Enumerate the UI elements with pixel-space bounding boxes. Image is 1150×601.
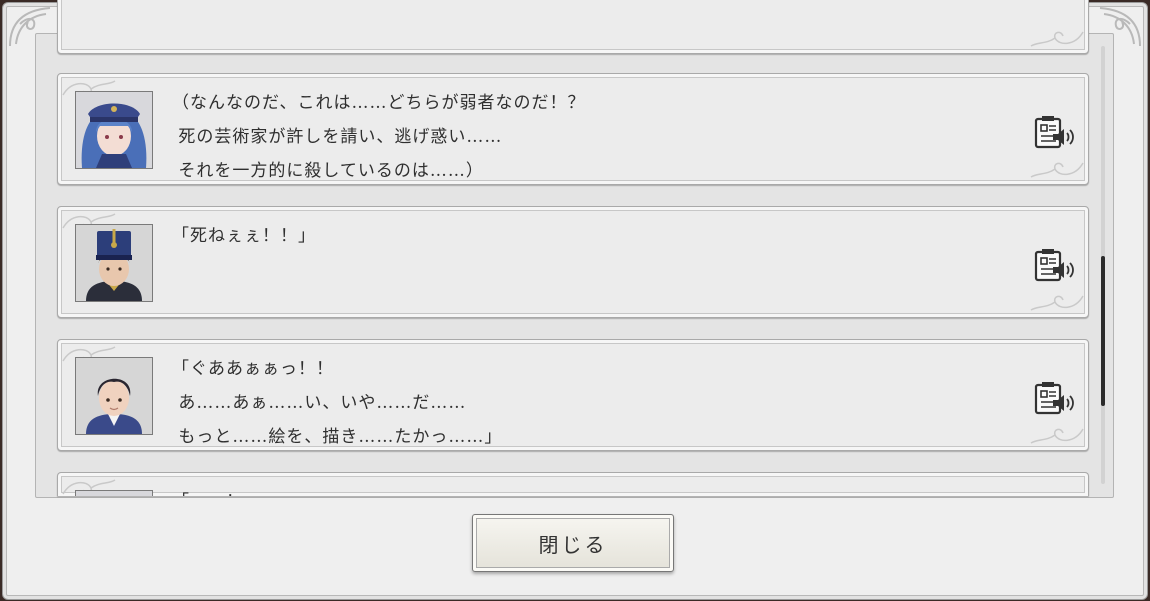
close-button[interactable]: 閉じる: [472, 514, 674, 572]
dark-haired-man-portrait: [75, 357, 153, 435]
dialogue-text: （なんなのだ、これは……どちらが弱者なのだ！？ 死の芸術家が許しを請い、逃げ惑い…: [172, 88, 586, 190]
voice-replay-button[interactable]: [1033, 380, 1077, 416]
dialogue-line: もっと……絵を、描き……たかっ……」: [172, 427, 503, 447]
voice-replay-icon: [1034, 382, 1074, 415]
blue-haired-officer-portrait: [75, 490, 153, 496]
soldier-shako-portrait: [75, 224, 153, 302]
dialogue-line: （なんなのだ、これは……どちらが弱者なのだ！？: [172, 93, 586, 113]
backlog-entry: （なんなのだ、これは……どちらが弱者なのだ！？ 死の芸術家が許しを請い、逃げ惑い…: [57, 73, 1089, 185]
dialogue-line: 「死ねぇぇ！！」: [172, 226, 316, 246]
ornament-icon: [1030, 31, 1084, 47]
dialogue-line: 死の芸術家が許しを請い、逃げ惑い……: [172, 127, 503, 147]
backlog-entry: 「死ねぇぇ！！」: [57, 206, 1089, 318]
dialogue-line: 「……！」: [172, 487, 262, 496]
backlog-entry: 「……！」: [57, 472, 1089, 496]
dialogue-text: 「ぐああぁぁっ！！ あ……あぁ……い、いや……だ…… もっと……絵を、描き……た…: [172, 354, 502, 456]
dialogue-text: 「死ねぇぇ！！」: [172, 221, 316, 255]
dialogue-line: あ……あぁ……い、いや……だ……: [172, 393, 467, 413]
ornament-icon: [1030, 428, 1084, 444]
ornament-icon: [1030, 295, 1084, 311]
dialogue-text: 「……！」: [172, 487, 262, 496]
ornament-icon: [1030, 162, 1084, 178]
dialogue-line: それを一方的に殺しているのは……）: [172, 161, 484, 181]
blue-haired-officer-portrait: [75, 91, 153, 169]
backlog-entry: 「ぐああぁぁっ！！ あ……あぁ……い、いや……だ…… もっと……絵を、描き……た…: [57, 339, 1089, 451]
voice-replay-icon: [1034, 249, 1074, 282]
voice-replay-icon: [1034, 116, 1074, 149]
voice-replay-button[interactable]: [1033, 114, 1077, 150]
scrollbar-thumb[interactable]: [1101, 256, 1105, 406]
dialogue-line: 「ぐああぁぁっ！！: [172, 359, 334, 379]
voice-replay-button[interactable]: [1033, 247, 1077, 283]
backlog-entry: [57, 0, 1089, 54]
